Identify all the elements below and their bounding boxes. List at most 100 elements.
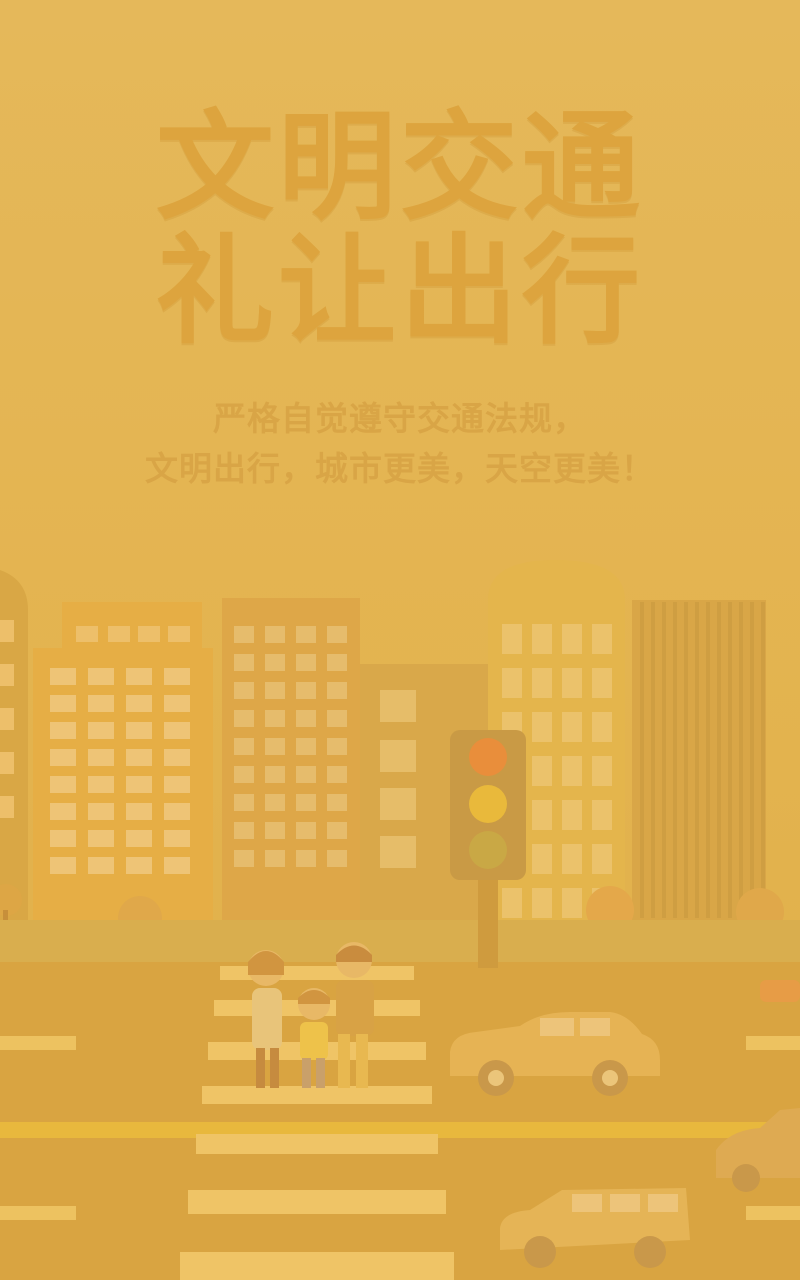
window [50,722,76,739]
window [234,682,254,699]
window [296,766,316,783]
window [50,695,76,712]
window [562,844,582,874]
poster-title-line2: 礼让出行 [155,222,644,360]
splash-screen: 文明交通 礼让出行 严格自觉遵守交通法规， 文明出行，城市更美，天空更美！ [0,0,800,1280]
sidewalk [0,920,800,966]
window [327,682,347,699]
window [265,710,285,727]
window [88,857,114,874]
window [265,822,285,839]
window [562,712,582,742]
window [234,626,254,643]
window [164,668,190,685]
window [88,830,114,847]
window [234,822,254,839]
facade-stripe [739,602,743,918]
window [532,712,552,742]
window [126,749,152,766]
window [592,712,612,742]
window [126,776,152,793]
facade-stripe [695,602,699,918]
window [592,800,612,830]
window [50,803,76,820]
window [296,626,316,643]
window [562,756,582,786]
window [592,844,612,874]
window [502,668,522,698]
window [296,850,316,867]
window [532,668,552,698]
facade-stripe [673,602,677,918]
building-2 [222,598,360,920]
window [592,756,612,786]
traffic-light-red [469,738,507,776]
window [327,766,347,783]
window [327,822,347,839]
window [234,738,254,755]
window [296,682,316,699]
window [532,800,552,830]
window [562,888,582,918]
window [592,668,612,698]
facade-stripe [728,602,732,918]
window [50,668,76,685]
window [296,710,316,727]
window [126,857,152,874]
window [265,766,285,783]
window [126,830,152,847]
window [88,803,114,820]
window [327,710,347,727]
window [50,830,76,847]
window [88,668,114,685]
traffic-light-yellow [469,785,507,823]
window [164,830,190,847]
window [296,822,316,839]
facade-stripe [640,602,644,918]
city-street-illustration [0,560,800,1280]
facade-stripe [717,602,721,918]
traffic-light-green [469,831,507,869]
window [327,794,347,811]
window [265,682,285,699]
window [234,794,254,811]
window [502,888,522,918]
window [592,624,612,654]
window [164,749,190,766]
window [265,794,285,811]
window [296,794,316,811]
window [50,776,76,793]
facade-stripe [761,602,765,918]
window [532,844,552,874]
window [562,624,582,654]
window [234,710,254,727]
window [532,888,552,918]
window [88,749,114,766]
window [164,695,190,712]
poster-title-line1: 文明交通 [155,98,644,236]
window [532,756,552,786]
window [502,624,522,654]
facade-stripe [651,602,655,918]
window [50,857,76,874]
window [327,738,347,755]
facade-stripe [706,602,710,918]
window [234,654,254,671]
window [126,668,152,685]
window [164,803,190,820]
window [164,857,190,874]
facade-stripe [662,602,666,918]
facade-stripe [750,602,754,918]
window [296,738,316,755]
window [562,800,582,830]
window [164,722,190,739]
window [126,722,152,739]
window [234,850,254,867]
window [327,654,347,671]
poster-subtitle-line1: 严格自觉遵守交通法规， [213,399,587,438]
window [327,850,347,867]
window [265,626,285,643]
window [88,776,114,793]
window [296,654,316,671]
window [88,695,114,712]
